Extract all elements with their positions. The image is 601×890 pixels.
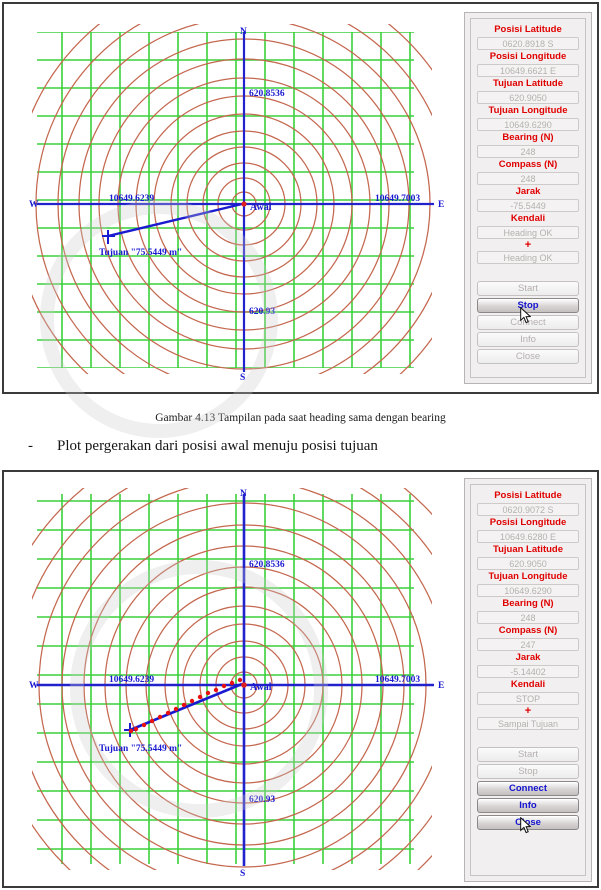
figure-plot-pergerakan: N S E W 620.8536 620.93 10649.6239 10649…	[2, 470, 599, 888]
field-label-kendali-1: Kendali	[510, 213, 546, 224]
plot-grid-1	[37, 32, 414, 368]
field-value-compass-1[interactable]: 248	[477, 172, 579, 185]
field-value-posisi-latitude-1[interactable]: 0620.8918 S	[477, 37, 579, 50]
field-value-jarak-2[interactable]: -5.14402	[477, 665, 579, 678]
field-label-kendali-2: Kendali	[510, 679, 546, 690]
field-label-tujuan-longitude-2: Tujuan Longitude	[488, 571, 568, 582]
tick-north-1: 620.8536	[249, 89, 285, 99]
annotation-target-1: Tujuan "75.5449 m"	[99, 248, 182, 258]
start-button-1[interactable]: Start	[477, 281, 579, 296]
field-value-posisi-longitude-2[interactable]: 10649.6280 E	[477, 530, 579, 543]
plot-svg-1: N S E W 620.8536 620.93 10649.6239 10649…	[29, 24, 444, 383]
tick-west-2: 10649.6239	[109, 675, 154, 685]
plot-svg-2: N S E W 620.8536 620.93 10649.6239 10649…	[29, 488, 444, 879]
field-label-tujuan-latitude-2: Tujuan Latitude	[492, 544, 563, 555]
field-value-kendali-extra-2[interactable]: Sampai Tujuan	[477, 717, 579, 730]
tick-north-2: 620.8536	[249, 560, 285, 570]
control-panel-inner-1: Posisi Latitude 0620.8918 S Posisi Longi…	[470, 18, 586, 378]
compass-label-south-2: S	[240, 869, 245, 879]
field-label-posisi-latitude-1: Posisi Latitude	[494, 24, 562, 35]
field-label-tujuan-longitude-1: Tujuan Longitude	[488, 105, 568, 116]
stop-button-2[interactable]: Stop	[477, 764, 579, 779]
field-label-posisi-longitude-2: Posisi Longitude	[489, 517, 567, 528]
compass-label-north-2: N	[240, 489, 247, 499]
field-value-jarak-1[interactable]: -75.5449	[477, 199, 579, 212]
tick-west-1: 10649.6239	[109, 194, 154, 204]
control-panel-inner-2: Posisi Latitude 0620.9072 S Posisi Longi…	[470, 484, 586, 876]
tick-east-1: 10649.7003	[375, 194, 420, 204]
control-panel-1: Posisi Latitude 0620.8918 S Posisi Longi…	[464, 12, 592, 384]
field-value-bearing-1[interactable]: 248	[477, 145, 579, 158]
plus-icon-2: +	[524, 705, 532, 717]
info-button-2[interactable]: Info	[477, 798, 579, 813]
panel-spacer-2	[477, 731, 579, 745]
field-value-tujuan-longitude-1[interactable]: 10649.6290	[477, 118, 579, 131]
connect-button-2[interactable]: Connect	[477, 781, 579, 796]
plot-grid-2	[37, 494, 414, 864]
field-label-posisi-longitude-1: Posisi Longitude	[489, 51, 567, 62]
field-value-compass-2[interactable]: 247	[477, 638, 579, 651]
figure-caption: Gambar 4.13 Tampilan pada saat heading s…	[155, 412, 446, 424]
field-value-kendali-extra-1[interactable]: Heading OK	[477, 251, 579, 264]
plot-area-2: N S E W 620.8536 620.93 10649.6239 10649…	[4, 472, 459, 886]
panel-spacer-1	[477, 265, 579, 279]
figure-heading-equals-bearing: N S E W 620.8536 620.93 10649.6239 10649…	[2, 2, 599, 394]
compass-label-south-1: S	[240, 373, 245, 383]
field-label-compass-2: Compass (N)	[498, 625, 558, 636]
field-label-posisi-latitude-2: Posisi Latitude	[494, 490, 562, 501]
tick-east-2: 10649.7003	[375, 675, 420, 685]
field-label-bearing-2: Bearing (N)	[502, 598, 554, 609]
field-value-posisi-latitude-2[interactable]: 0620.9072 S	[477, 503, 579, 516]
stop-button-1[interactable]: Stop	[477, 298, 579, 313]
field-value-posisi-longitude-1[interactable]: 10649.6621 E	[477, 64, 579, 77]
annotation-origin-1: Awal	[250, 202, 272, 213]
annotation-target-2: Tujuan "75.5449 m"	[99, 744, 182, 754]
plot-area-1: N S E W 620.8536 620.93 10649.6239 10649…	[4, 4, 459, 392]
compass-label-north-1: N	[240, 27, 247, 37]
bullet-dash: -	[28, 438, 33, 454]
origin-marker-2	[241, 682, 247, 688]
field-value-tujuan-latitude-1[interactable]: 620.9050	[477, 91, 579, 104]
field-value-tujuan-longitude-2[interactable]: 10649.6290	[477, 584, 579, 597]
tick-south-2: 620.93	[249, 795, 275, 805]
field-value-kendali-2[interactable]: STOP	[477, 692, 579, 705]
field-label-compass-1: Compass (N)	[498, 159, 558, 170]
field-label-jarak-1: Jarak	[515, 186, 541, 197]
close-button-2[interactable]: Close	[477, 815, 579, 830]
compass-label-west-2: W	[29, 681, 39, 691]
compass-label-west-1: W	[29, 200, 39, 210]
field-label-bearing-1: Bearing (N)	[502, 132, 554, 143]
origin-marker-1	[241, 201, 247, 207]
close-button-1[interactable]: Close	[477, 349, 579, 364]
start-button-2[interactable]: Start	[477, 747, 579, 762]
tick-south-1: 620.93	[249, 307, 275, 317]
field-value-bearing-2[interactable]: 248	[477, 611, 579, 624]
compass-label-east-2: E	[438, 681, 444, 691]
field-label-tujuan-latitude-1: Tujuan Latitude	[492, 78, 563, 89]
control-panel-2: Posisi Latitude 0620.9072 S Posisi Longi…	[464, 478, 592, 882]
field-value-kendali-1[interactable]: Heading OK	[477, 226, 579, 239]
bullet-text: Plot pergerakan dari posisi awal menuju …	[57, 438, 378, 454]
field-label-jarak-2: Jarak	[515, 652, 541, 663]
info-button-1[interactable]: Info	[477, 332, 579, 347]
connect-button-1[interactable]: Connect	[477, 315, 579, 330]
annotation-origin-2: Awal	[250, 682, 272, 693]
compass-label-east-1: E	[438, 200, 444, 210]
field-value-tujuan-latitude-2[interactable]: 620.9050	[477, 557, 579, 570]
plus-icon-1: +	[524, 239, 532, 251]
